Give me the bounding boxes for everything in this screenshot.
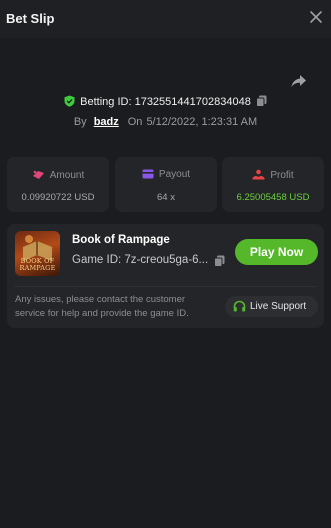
user-link[interactable]: badz <box>94 116 119 128</box>
shield-check-icon <box>64 95 75 107</box>
game-name: Book of Rampage <box>72 234 170 246</box>
amount-icon <box>32 170 44 179</box>
game-card: BOOK OF RAMPAGE Book of Rampage Game ID:… <box>7 224 324 328</box>
share-icon[interactable] <box>290 72 308 90</box>
live-support-label: Live Support <box>250 301 307 312</box>
profit-card: Profit 6.25005458 USD <box>222 157 324 212</box>
game-thumbnail[interactable]: BOOK OF RAMPAGE <box>15 231 60 276</box>
play-now-button[interactable]: Play Now <box>235 239 318 265</box>
amount-label: Amount <box>49 170 85 181</box>
live-support-button[interactable]: Live Support <box>225 296 318 317</box>
game-thumbnail-text: BOOK OF RAMPAGE <box>19 257 56 272</box>
page-title: Bet Slip <box>6 11 55 26</box>
amount-value: 0.09920722 USD <box>21 192 95 203</box>
profit-icon <box>252 169 265 180</box>
support-help-text: Any issues, please contact the customer … <box>15 294 189 319</box>
headset-icon <box>233 300 246 312</box>
bet-slip-header: Bet Slip <box>0 0 331 38</box>
on-label: On <box>127 116 143 128</box>
payout-label: Payout <box>158 169 191 180</box>
payout-icon <box>142 169 154 179</box>
game-id: Game ID: 7z-creou5ga-6... <box>72 254 209 266</box>
by-label: By <box>73 116 87 128</box>
profit-value: 6.25005458 USD <box>236 192 310 203</box>
bet-date: 5/12/2022, 1:23:31 AM <box>146 116 258 128</box>
betting-id-value: 1732551441702834048 <box>134 96 251 108</box>
payout-value: 64 x <box>157 192 175 203</box>
profit-label: Profit <box>270 170 294 181</box>
payout-card: Payout 64 x <box>115 157 217 212</box>
amount-card: Amount 0.09920722 USD <box>7 157 109 212</box>
bet-author-row: By badz On 5/12/2022, 1:23:31 AM <box>0 116 331 128</box>
betting-id-label: Betting ID: <box>80 96 132 108</box>
betting-id-row: Betting ID: 1732551441702834048 <box>0 95 331 108</box>
copy-icon[interactable] <box>255 95 267 107</box>
close-icon[interactable] <box>309 10 323 24</box>
divider <box>14 286 317 287</box>
copy-icon[interactable] <box>214 255 225 267</box>
